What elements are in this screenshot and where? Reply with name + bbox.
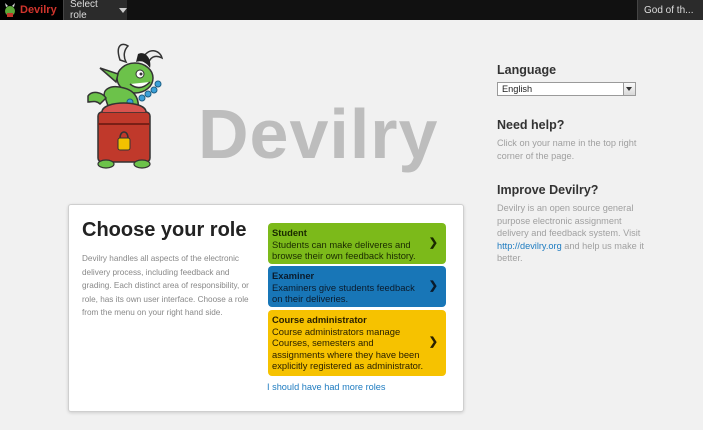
brand-logo-link[interactable]: Devilry [0,0,63,20]
role-description: Examiners give students feedback on thei… [272,281,415,305]
user-menu-button[interactable]: God of th... [637,0,703,20]
help-text: Click on your name in the top right corn… [497,138,637,161]
role-name: Examiner [272,270,315,281]
choose-role-panel: Choose your role Devilry handles all asp… [68,204,464,412]
language-selected-value: English [502,84,533,94]
help-heading: Need help? [497,118,565,132]
chevron-right-icon: ❯ [428,336,438,348]
brand-name: Devilry [20,4,57,16]
improve-text-before: Devilry is an open source general purpos… [497,203,641,239]
language-section: Language English [497,63,647,96]
chevron-down-icon [119,7,127,13]
devilry-website-link[interactable]: http://devilry.org [497,241,562,251]
chevron-down-icon [623,83,635,95]
top-navigation-bar: Devilry Select role God of th... [0,0,703,21]
role-course-administrator-button[interactable]: Course administrator Course administrato… [268,310,446,376]
more-roles-link[interactable]: I should have had more roles [267,382,386,392]
hero-title: Devilry [198,95,439,173]
role-student-button[interactable]: Student Students can make deliveres and … [268,223,446,264]
improve-heading: Improve Devilry? [497,183,599,197]
devil-mascot-illustration [87,43,164,169]
user-name-label: God of th... [644,4,694,16]
improve-section: Improve Devilry? Devilry is an open sour… [497,183,647,265]
improve-text: Devilry is an open source general purpos… [497,202,647,265]
choose-role-title: Choose your role [82,219,247,241]
select-role-label: Select role [70,0,98,21]
chevron-right-icon: ❯ [428,279,438,292]
role-examiner-button[interactable]: Examiner Examiners give students feedbac… [268,266,446,307]
help-section: Need help? Click on your name in the top… [497,118,647,162]
role-description: Students can make deliveres and browse t… [272,238,416,262]
select-role-dropdown[interactable]: Select role [63,0,127,21]
role-name: Student [272,227,307,238]
devil-icon [5,3,15,17]
language-heading: Language [497,63,557,77]
choose-role-description: Devilry handles all aspects of the elect… [82,254,249,318]
language-select[interactable]: English [497,82,636,96]
role-description: Course administrators manage Courses, se… [272,325,424,372]
chevron-right-icon: ❯ [428,236,438,249]
role-name: Course administrator [272,314,367,325]
